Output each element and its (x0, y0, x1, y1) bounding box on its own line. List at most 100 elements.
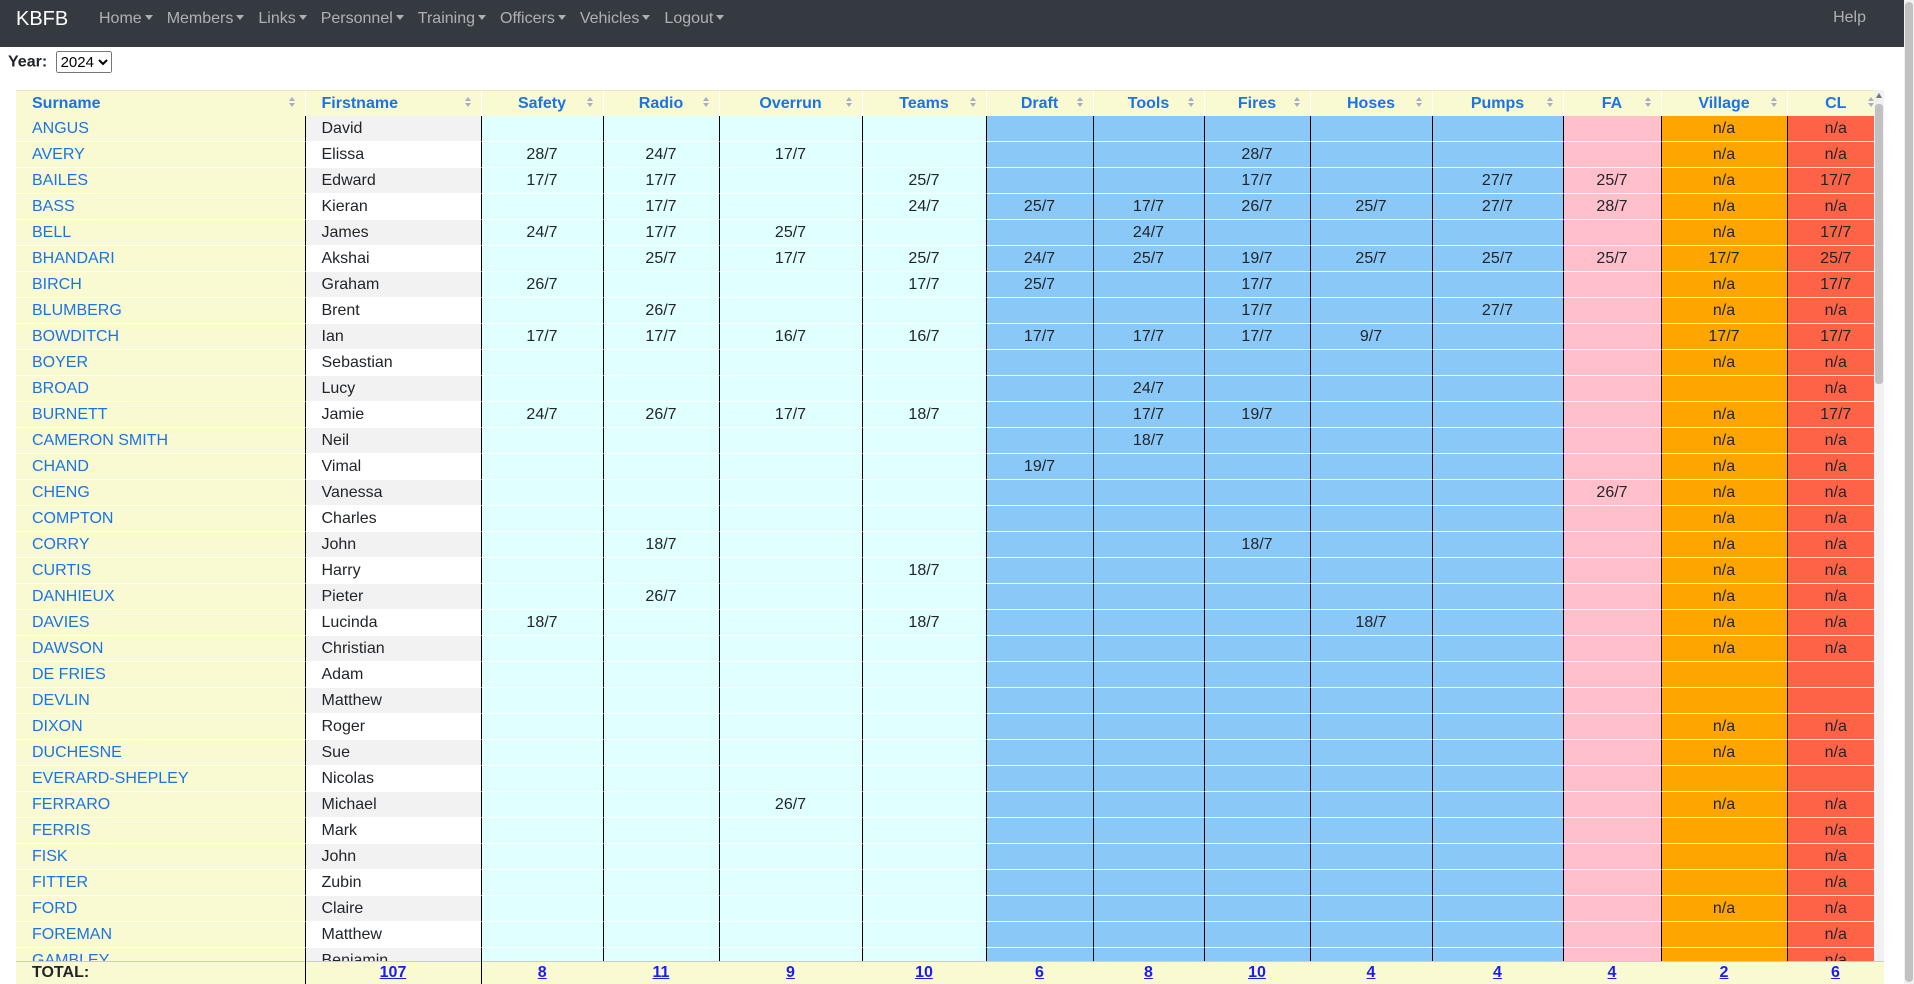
cell-surname[interactable]: CHAND (16, 453, 306, 480)
cell-surname[interactable]: CURTIS (16, 557, 306, 584)
cell-surname[interactable]: EVERARD-SHEPLEY (16, 765, 306, 792)
total-link[interactable]: 4 (1493, 964, 1502, 981)
nav-training-menu[interactable]: Training (411, 9, 493, 28)
column-header-firstname[interactable]: Firstname (305, 90, 481, 116)
column-header-safety[interactable]: Safety (481, 90, 603, 116)
cell-surname[interactable]: BIRCH (16, 271, 306, 298)
cell-surname[interactable]: BOWDITCH (16, 323, 306, 350)
cell-surname[interactable]: FORD (16, 895, 306, 922)
table-row: BLUMBERG Brent 26/7 17/7 27/7 n/a n/a (16, 297, 1884, 324)
total-link[interactable]: 2 (1720, 964, 1729, 981)
scroll-up-icon[interactable] (1876, 93, 1882, 98)
sort-icon[interactable] (1546, 97, 1555, 109)
nav-logout-menu[interactable]: Logout (657, 9, 731, 28)
cell-surname[interactable]: BLUMBERG (16, 297, 306, 324)
cell-surname[interactable]: CAMERON SMITH (16, 427, 306, 454)
sort-icon[interactable] (1187, 97, 1196, 109)
total-link[interactable]: 6 (1035, 964, 1044, 981)
sort-icon[interactable] (586, 97, 595, 109)
cell-overrun (719, 297, 863, 324)
cell-surname[interactable]: DUCHESNE (16, 739, 306, 766)
nav-home-menu[interactable]: Home (92, 9, 160, 28)
cell-surname[interactable]: FOREMAN (16, 921, 306, 948)
cell-teams (862, 219, 987, 246)
cell-overrun (719, 713, 863, 740)
nav-personnel-menu[interactable]: Personnel (314, 9, 411, 28)
training-table-container[interactable]: Surname Firstname Safety Radio Overrun Teams D… (16, 90, 1884, 984)
column-header-pumps[interactable]: Pumps (1432, 90, 1563, 116)
nav-members-menu[interactable]: Members (160, 9, 252, 28)
cell-surname[interactable]: DAVIES (16, 609, 306, 636)
nav-officers-menu[interactable]: Officers (493, 9, 573, 28)
cell-surname[interactable]: ANGUS (16, 116, 306, 142)
cell-pumps (1432, 583, 1564, 610)
help-link[interactable]: Help (1833, 9, 1866, 27)
brand-logo[interactable]: KBFB (16, 7, 68, 31)
column-header-tools[interactable]: Tools (1093, 90, 1204, 116)
cell-surname[interactable]: DANHIEUX (16, 583, 306, 610)
column-header-radio[interactable]: Radio (603, 90, 719, 116)
cell-surname[interactable]: BAILES (16, 167, 306, 194)
table-scrollbar[interactable] (1874, 90, 1884, 984)
cell-surname[interactable]: FERRARO (16, 791, 306, 818)
total-link[interactable]: 10 (1248, 964, 1266, 981)
totals-label: TOTAL: (16, 961, 306, 984)
column-header-teams[interactable]: Teams (862, 90, 986, 116)
nav-links-menu[interactable]: Links (251, 9, 313, 28)
column-header-draft[interactable]: Draft (986, 90, 1093, 116)
total-link[interactable]: 4 (1608, 964, 1617, 981)
total-link[interactable]: 4 (1367, 964, 1376, 981)
column-header-fires[interactable]: Fires (1204, 90, 1310, 116)
cell-surname[interactable]: AVERY (16, 141, 306, 168)
cell-surname[interactable]: DIXON (16, 713, 306, 740)
cell-pumps (1432, 661, 1564, 688)
cell-surname[interactable]: BASS (16, 193, 306, 220)
sort-icon[interactable] (288, 97, 297, 109)
total-link[interactable]: 9 (786, 964, 795, 981)
cell-surname[interactable]: DE FRIES (16, 661, 306, 688)
cell-surname[interactable]: BURNETT (16, 401, 306, 428)
sort-icon[interactable] (1293, 97, 1302, 109)
cell-surname[interactable]: CHENG (16, 479, 306, 506)
cell-surname[interactable]: BOYER (16, 349, 306, 376)
cell-fires (1204, 479, 1311, 506)
column-header-hoses[interactable]: Hoses (1310, 90, 1432, 116)
cell-safety (481, 557, 604, 584)
column-header-overrun[interactable]: Overrun (719, 90, 862, 116)
cell-surname[interactable]: DEVLIN (16, 687, 306, 714)
sort-icon[interactable] (1644, 97, 1653, 109)
cell-surname[interactable]: COMPTON (16, 505, 306, 532)
cell-surname[interactable]: FERRIS (16, 817, 306, 844)
column-header-cl[interactable]: CL (1787, 90, 1884, 116)
total-link[interactable]: 107 (380, 964, 407, 981)
cell-surname[interactable]: FITTER (16, 869, 306, 896)
table-scroll-thumb[interactable] (1875, 104, 1883, 384)
cell-surname[interactable]: BROAD (16, 375, 306, 402)
cell-cl: n/a (1787, 427, 1884, 454)
total-link[interactable]: 8 (1144, 964, 1153, 981)
total-link[interactable]: 11 (653, 964, 670, 981)
sort-icon[interactable] (464, 97, 473, 109)
cell-surname[interactable]: CORRY (16, 531, 306, 558)
column-header-surname[interactable]: Surname (16, 90, 305, 116)
sort-icon[interactable] (1770, 97, 1779, 109)
sort-icon[interactable] (1076, 97, 1085, 109)
page-scrollbar[interactable] (1904, 0, 1914, 984)
sort-icon[interactable] (845, 97, 854, 109)
column-header-fa[interactable]: FA (1563, 90, 1661, 116)
total-link[interactable]: 6 (1831, 964, 1840, 981)
cell-surname[interactable]: BELL (16, 219, 306, 246)
total-link[interactable]: 8 (538, 964, 547, 981)
cell-firstname: Matthew (305, 921, 482, 948)
year-select[interactable]: 2024 (55, 51, 112, 73)
sort-icon[interactable] (702, 97, 711, 109)
cell-surname[interactable]: FISK (16, 843, 306, 870)
sort-icon[interactable] (1415, 97, 1424, 109)
total-link[interactable]: 10 (915, 964, 933, 981)
nav-vehicles-menu[interactable]: Vehicles (573, 9, 658, 28)
cell-surname[interactable]: BHANDARI (16, 245, 306, 272)
cell-surname[interactable]: DAWSON (16, 635, 306, 662)
page-scroll-thumb[interactable] (1905, 2, 1913, 982)
sort-icon[interactable] (969, 97, 978, 109)
column-header-village[interactable]: Village (1661, 90, 1787, 116)
